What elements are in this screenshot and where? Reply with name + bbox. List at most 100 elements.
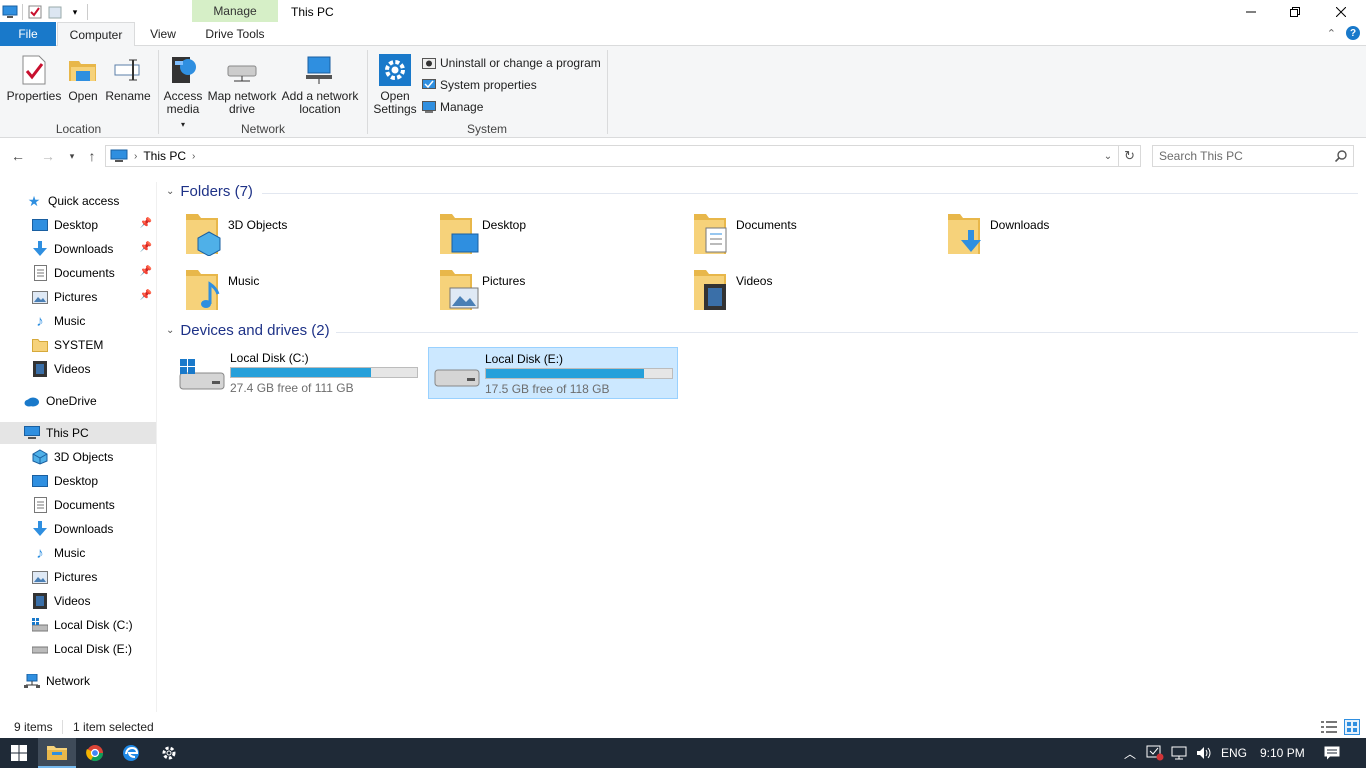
action-center-button[interactable] — [1324, 738, 1340, 768]
system-group-label: System — [466, 122, 507, 136]
properties-quick-icon[interactable] — [27, 4, 43, 20]
folder-downloads[interactable]: Downloads — [944, 210, 1184, 258]
folder-music[interactable]: Music — [182, 266, 422, 314]
search-input[interactable]: Search This PC — [1159, 149, 1335, 163]
sidebar-item-label: Local Disk (E:) — [54, 642, 133, 656]
sidebar-item-pc-documents[interactable]: Documents — [0, 494, 156, 516]
tab-drive-tools[interactable]: Drive Tools — [192, 22, 278, 46]
manage-context-tab[interactable]: Manage — [192, 0, 278, 22]
tray-windows-security[interactable] — [1146, 738, 1164, 768]
sidebar-item-downloads[interactable]: Downloads 📌 — [0, 238, 156, 260]
pin-icon[interactable]: 📌 — [140, 242, 152, 253]
drive-icon — [32, 641, 48, 657]
sidebar-item-local-disk-c[interactable]: Local Disk (C:) — [0, 614, 156, 636]
map-network-drive-button[interactable]: Map network drive — [206, 54, 278, 116]
desktop-icon — [32, 473, 48, 489]
help-icon[interactable]: ? — [1346, 26, 1360, 40]
recent-locations-button[interactable]: ▾ — [62, 146, 82, 166]
uninstall-program-button[interactable]: Uninstall or change a program — [422, 54, 601, 72]
customize-qat-icon[interactable]: ▾ — [67, 4, 83, 20]
open-button[interactable]: Open — [64, 54, 102, 103]
sidebar-item-label: Videos — [54, 362, 91, 376]
forward-button[interactable]: → — [38, 146, 58, 166]
sidebar-item-this-pc[interactable]: This PC — [0, 422, 156, 444]
sidebar-item-system[interactable]: SYSTEM — [0, 334, 156, 356]
rename-button[interactable]: Rename — [104, 54, 152, 103]
tab-computer[interactable]: Computer — [57, 22, 135, 47]
sidebar-item-network[interactable]: Network — [0, 670, 156, 692]
minimize-button[interactable] — [1228, 0, 1274, 24]
folder-desktop[interactable]: Desktop — [436, 210, 676, 258]
pin-icon[interactable]: 📌 — [140, 290, 152, 301]
pin-icon[interactable]: 📌 — [140, 218, 152, 229]
sidebar-item-desktop[interactable]: Desktop 📌 — [0, 214, 156, 236]
chevron-down-icon[interactable]: ⌄ — [166, 186, 174, 197]
sidebar-item-quick-access[interactable]: ★ Quick access — [0, 190, 156, 212]
drive-usage-bar — [485, 368, 673, 379]
system-properties-button[interactable]: System properties — [422, 76, 537, 94]
collapse-ribbon-icon[interactable]: ⌃ — [1327, 27, 1336, 40]
details-view-icon[interactable] — [1321, 720, 1337, 737]
sidebar-item-pc-desktop[interactable]: Desktop — [0, 470, 156, 492]
refresh-icon[interactable]: ↻ — [1124, 148, 1135, 164]
new-folder-quick-icon[interactable] — [47, 4, 63, 20]
sidebar-item-local-disk-e[interactable]: Local Disk (E:) — [0, 638, 156, 660]
sidebar-item-onedrive[interactable]: OneDrive — [0, 390, 156, 412]
add-network-location-button[interactable]: Add a network location — [280, 54, 360, 116]
tab-file[interactable]: File — [0, 22, 56, 46]
tray-network[interactable] — [1171, 738, 1189, 768]
sidebar-item-pictures[interactable]: Pictures 📌 — [0, 286, 156, 308]
breadcrumb-this-pc[interactable]: This PC — [143, 149, 186, 163]
folder-documents[interactable]: Documents — [690, 210, 930, 258]
chevron-up-icon: ︿ — [1124, 746, 1137, 761]
sidebar-item-music[interactable]: ♪ Music — [0, 310, 156, 332]
tray-clock[interactable]: 9:10 PM — [1260, 738, 1305, 768]
taskbar-settings[interactable] — [150, 738, 188, 768]
tab-view[interactable]: View — [136, 22, 190, 46]
3d-objects-folder-icon — [182, 210, 222, 257]
tray-language[interactable]: ENG — [1221, 738, 1247, 768]
taskbar-chrome[interactable] — [76, 738, 114, 768]
restore-button[interactable] — [1272, 0, 1318, 24]
sidebar-item-pc-videos[interactable]: Videos — [0, 590, 156, 612]
taskbar-edge[interactable] — [112, 738, 150, 768]
documents-folder-icon — [690, 210, 730, 254]
sidebar-item-pc-music[interactable]: ♪ Music — [0, 542, 156, 564]
close-button[interactable] — [1318, 0, 1364, 24]
sidebar-item-3d-objects[interactable]: 3D Objects — [0, 446, 156, 468]
access-media-button[interactable]: Access media ▾ — [160, 54, 206, 131]
start-button[interactable] — [0, 738, 38, 768]
chevron-down-icon[interactable]: ⌄ — [166, 325, 174, 336]
devices-group-header[interactable]: ⌄ Devices and drives (2) — [166, 322, 330, 339]
sidebar-item-label: Downloads — [54, 242, 114, 256]
back-button[interactable]: ← — [8, 146, 28, 166]
show-hidden-icons-button[interactable]: ︿ — [1124, 738, 1136, 768]
up-button[interactable]: ↑ — [82, 146, 102, 166]
open-settings-button[interactable]: Open Settings — [370, 54, 420, 116]
pin-icon[interactable]: 📌 — [140, 266, 152, 277]
sidebar-item-label: Documents — [54, 498, 115, 512]
qat-separator — [87, 4, 88, 20]
drive-local-disk-c[interactable]: Local Disk (C:) 27.4 GB free of 111 GB — [174, 347, 424, 399]
sidebar-item-label: Videos — [54, 594, 91, 608]
taskbar-file-explorer[interactable] — [38, 738, 76, 768]
drive-local-disk-e[interactable]: Local Disk (E:) 17.5 GB free of 118 GB — [428, 347, 678, 399]
sidebar-item-pc-downloads[interactable]: Downloads — [0, 518, 156, 540]
manage-button[interactable]: Manage — [422, 98, 483, 116]
folder-videos[interactable]: Videos — [690, 266, 930, 314]
large-icons-view-icon[interactable] — [1344, 719, 1360, 738]
folder-pictures[interactable]: Pictures — [436, 266, 676, 314]
tray-volume[interactable] — [1196, 738, 1214, 768]
folder-3d-objects[interactable]: 3D Objects — [182, 210, 422, 258]
address-dropdown-icon[interactable]: ⌄ — [1104, 151, 1112, 162]
search-box[interactable]: Search This PC — [1152, 145, 1354, 167]
sidebar-item-pc-pictures[interactable]: Pictures — [0, 566, 156, 588]
sidebar-item-documents[interactable]: Documents 📌 — [0, 262, 156, 284]
folders-group-header[interactable]: ⌄ Folders (7) — [166, 183, 253, 200]
sidebar-item-videos[interactable]: Videos — [0, 358, 156, 380]
breadcrumb-separator[interactable]: › — [192, 151, 195, 162]
properties-button[interactable]: Properties — [4, 54, 64, 103]
this-pc-icon[interactable] — [2, 4, 18, 20]
address-bar[interactable]: › This PC › ⌄ ↻ — [105, 145, 1141, 167]
breadcrumb-separator[interactable]: › — [134, 151, 137, 162]
